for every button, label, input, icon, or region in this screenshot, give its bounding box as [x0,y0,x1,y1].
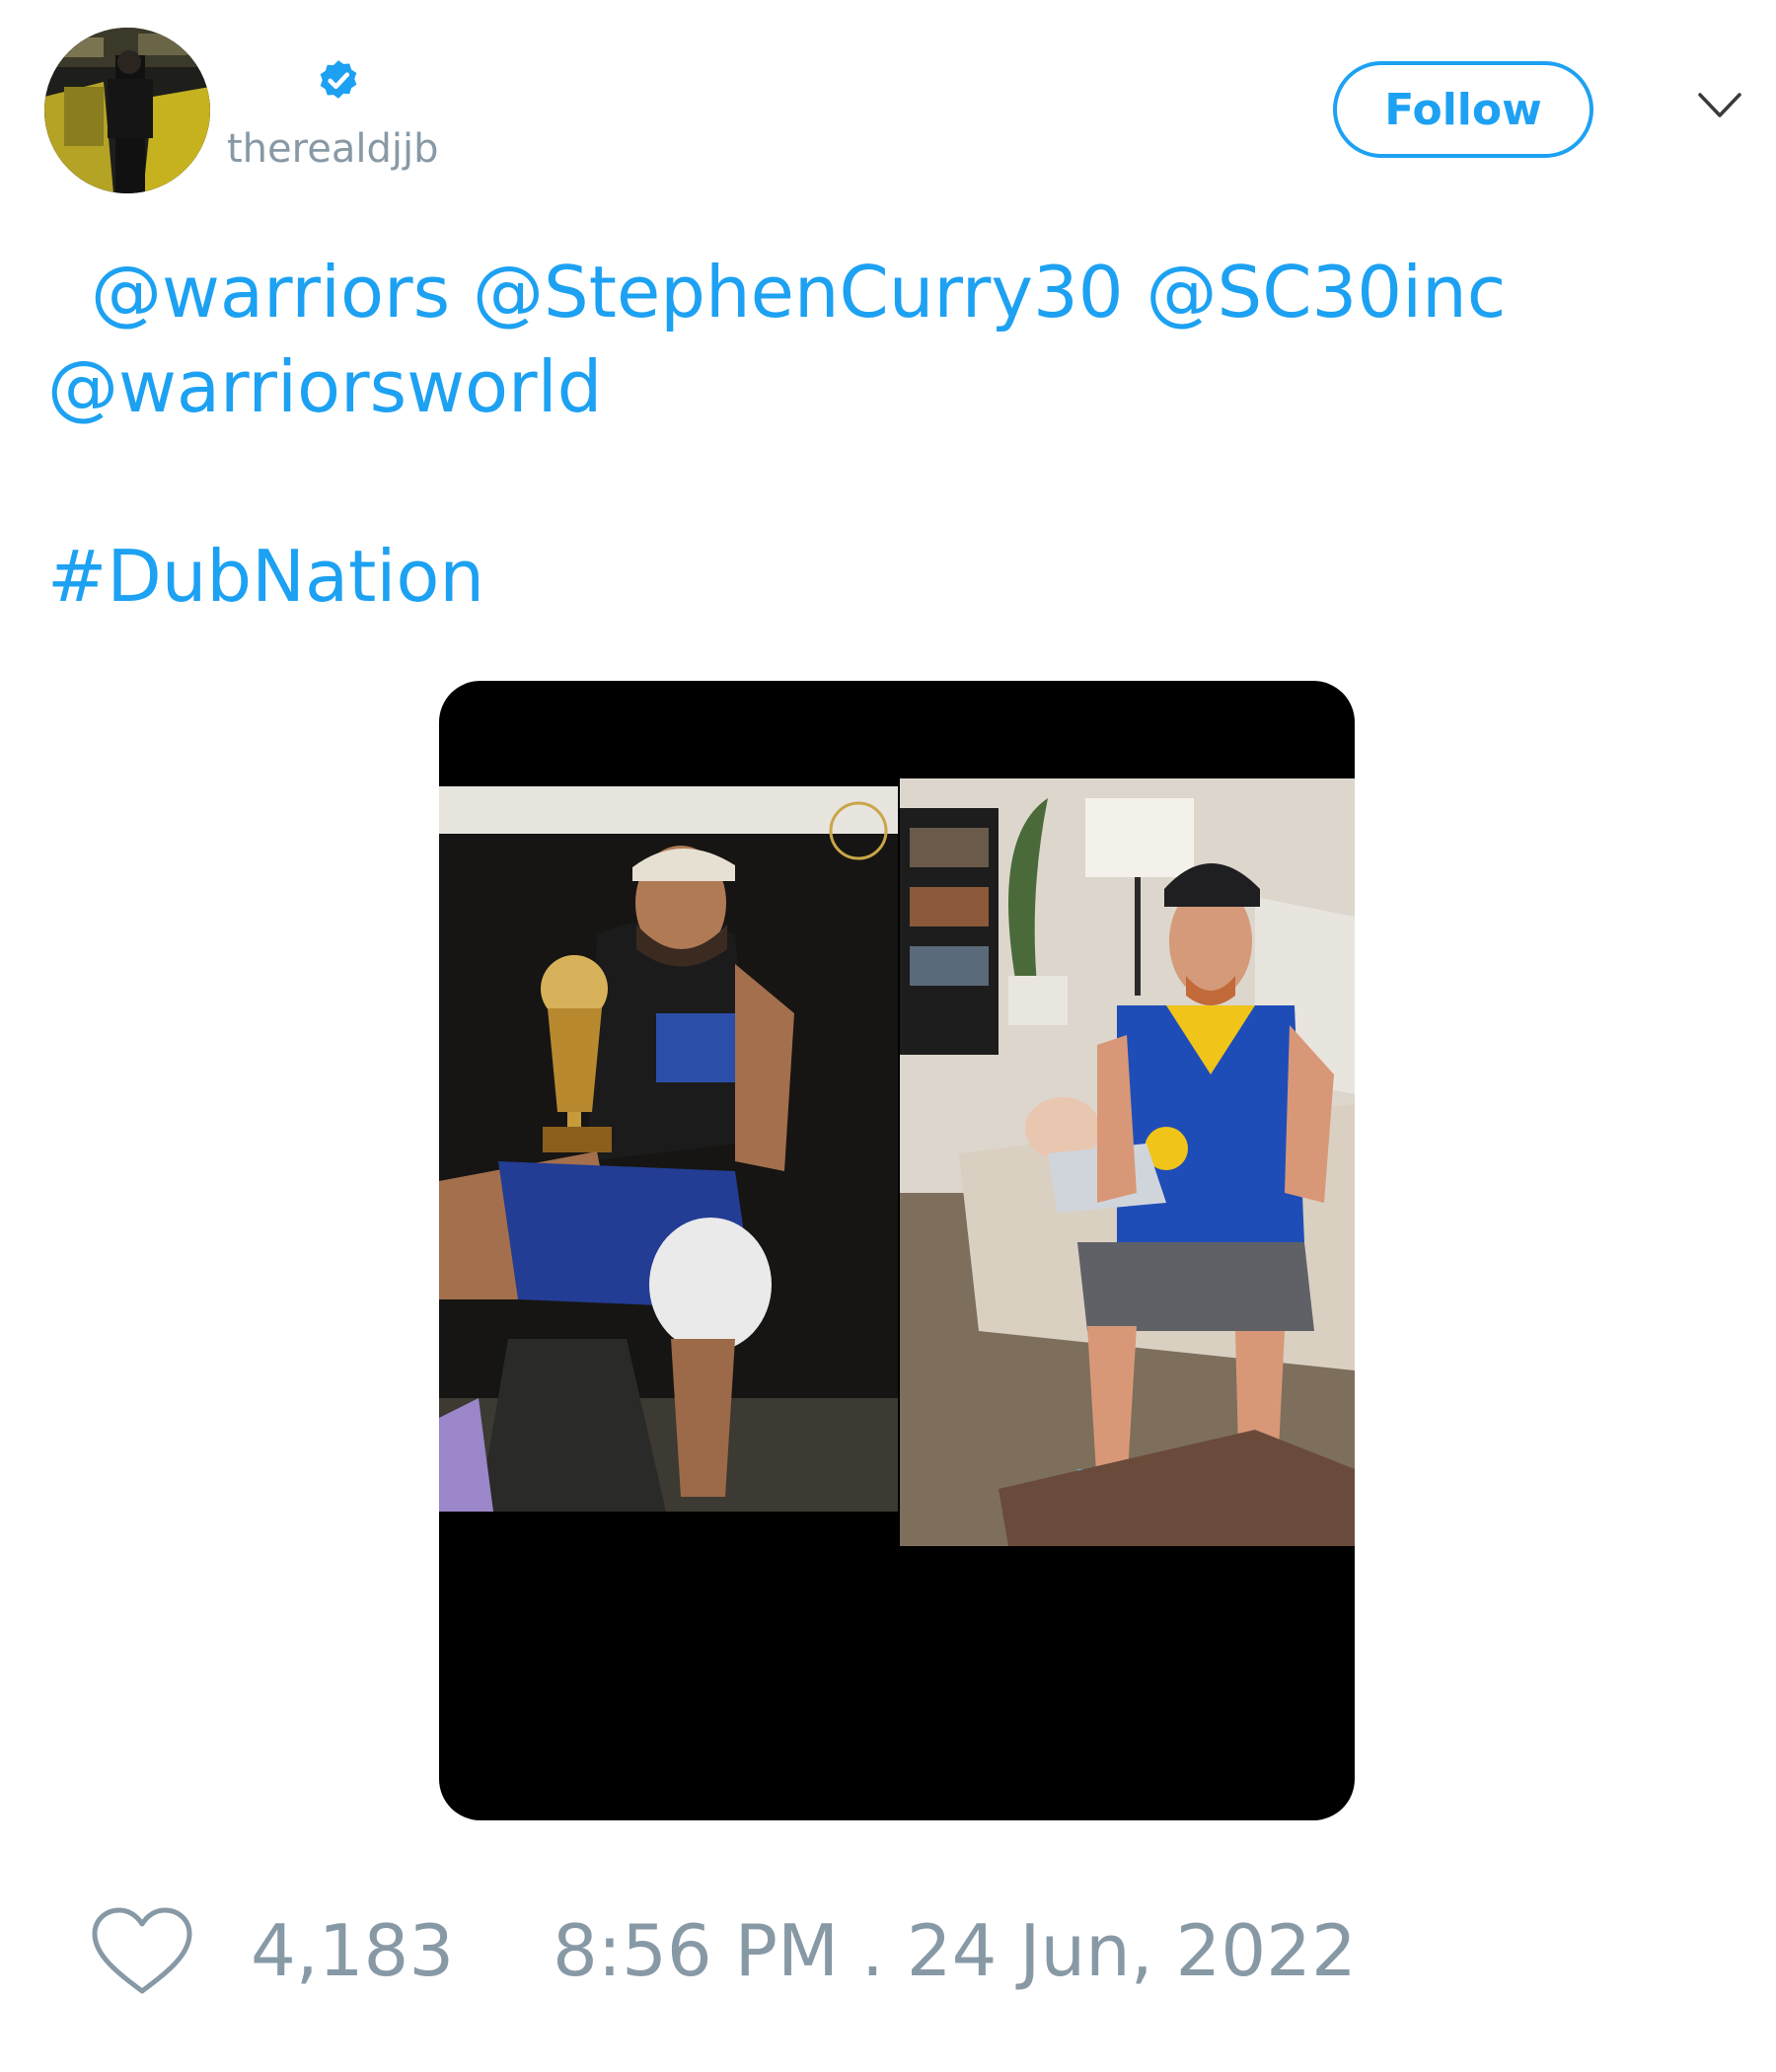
mention-link[interactable]: @SC30inc [1146,251,1506,333]
tweet-line-hashtag: #DubNation [47,529,1725,624]
avatar-photo [44,28,210,193]
follow-button[interactable]: Follow [1333,61,1593,158]
tweet-line-mentions: @warriors @StephenCurry30 @SC30inc [47,245,1725,339]
photo-right [900,778,1355,1546]
chevron-down-icon[interactable] [1697,91,1742,120]
tweet-text: @warriors @StephenCurry30 @SC30inc @warr… [47,245,1725,624]
heart-outline-icon[interactable] [89,1904,195,1999]
hashtag-link[interactable]: #DubNation [47,535,484,618]
avatar[interactable] [44,28,210,193]
mention-link[interactable]: @warriors [91,251,450,333]
mention-link[interactable]: @warriorsworld [47,345,602,428]
photo-left [439,786,898,1512]
verified-badge-icon [320,60,357,99]
author-handle[interactable]: therealdjjb [227,126,438,172]
tweet-line-mentions: @warriorsworld [47,339,1725,434]
tweet-timestamp[interactable]: 8:56 PM . 24 Jun, 2022 [553,1906,1357,1995]
tweet-media[interactable] [439,681,1355,1820]
mention-link[interactable]: @StephenCurry30 [473,251,1124,333]
like-count: 4,183 [251,1909,455,1992]
